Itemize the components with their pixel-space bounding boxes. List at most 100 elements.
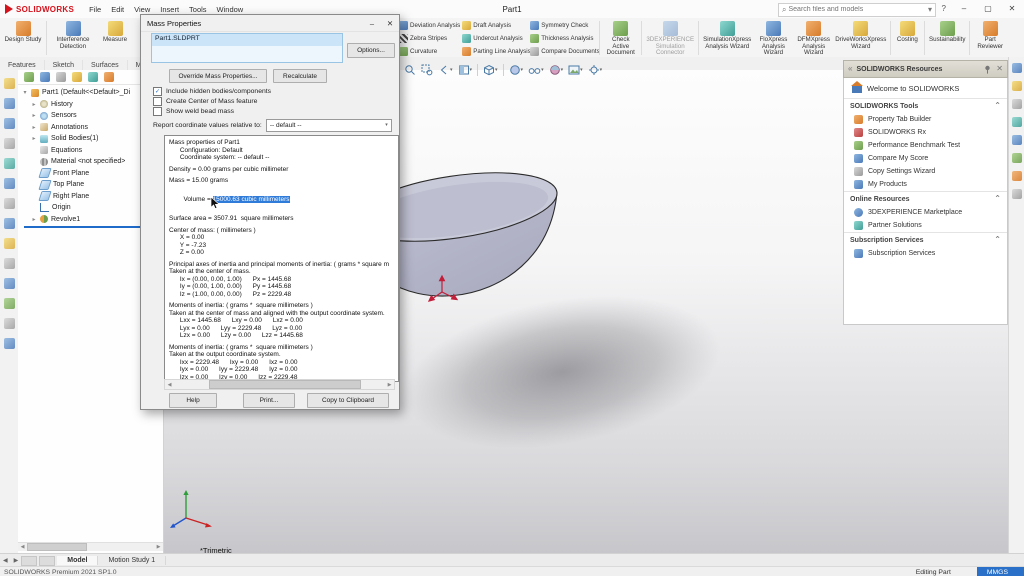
scroll-right-icon[interactable]: ▶ — [385, 382, 394, 388]
override-mass-properties-button[interactable]: Override Mass Properties... — [169, 69, 267, 83]
left-toolbar-icon[interactable] — [4, 298, 15, 309]
zebra-stripes-button[interactable]: Zebra Stripes — [399, 34, 460, 43]
welcome-to-solidworks-link[interactable]: Welcome to SOLIDWORKS — [844, 78, 1007, 98]
menu-edit[interactable]: Edit — [106, 5, 129, 14]
zoom-to-fit-button[interactable] — [402, 63, 418, 77]
search-dropdown-icon[interactable]: ▾ — [928, 6, 932, 14]
property-manager-tab-icon[interactable] — [40, 72, 50, 82]
rollback-bar[interactable] — [24, 226, 155, 228]
expand-arrow-icon[interactable]: ▸ — [31, 101, 37, 108]
unit-system-selector[interactable]: MMGS — [977, 567, 1024, 576]
undercut-analysis-button[interactable]: Undercut Analysis — [462, 34, 528, 43]
section-solidworks-tools[interactable]: SOLIDWORKS Tools ⌃ — [844, 98, 1007, 113]
measure-button[interactable]: Measure — [97, 20, 133, 45]
symmetry-check-button[interactable]: Symmetry Check — [530, 21, 596, 30]
compare-documents-button[interactable]: Compare Documents — [530, 47, 596, 56]
scroll-left-icon[interactable]: ◀ — [18, 544, 27, 550]
dimxpert-manager-tab-icon[interactable] — [72, 72, 82, 82]
maximize-button[interactable]: ▢ — [976, 0, 1000, 17]
recalculate-button[interactable]: Recalculate — [273, 69, 327, 83]
help-icon[interactable]: ? — [942, 4, 946, 13]
driveworksxpress-wizard-button[interactable]: DriveWorksXpress Wizard — [834, 20, 888, 51]
property-tab-builder-link[interactable]: Property Tab Builder — [844, 113, 1007, 126]
dialog-close-icon[interactable]: ✕ — [381, 16, 399, 31]
tab-scroll-right-icon[interactable]: ▶ — [11, 557, 22, 564]
dialog-minimize-icon[interactable]: – — [363, 16, 381, 31]
scroll-left-icon[interactable]: ◀ — [165, 382, 174, 388]
print-button[interactable]: Print... — [243, 393, 295, 408]
coordinate-system-dropdown[interactable]: -- default -- ▾ — [266, 119, 392, 132]
checkbox-checked-icon[interactable]: ✓ — [153, 87, 162, 96]
configuration-manager-tab-icon[interactable] — [56, 72, 66, 82]
scrollbar-thumb[interactable] — [209, 380, 361, 389]
interference-detection-button[interactable]: Interference Detection — [49, 20, 97, 51]
left-toolbar-icon[interactable] — [4, 158, 15, 169]
help-button[interactable]: Help — [169, 393, 217, 408]
draft-analysis-button[interactable]: Draft Analysis — [462, 21, 528, 30]
show-weld-bead-mass-checkbox[interactable]: Show weld bead mass — [153, 107, 234, 116]
view-settings-button[interactable]: ▾ — [586, 63, 605, 77]
subscription-services-link[interactable]: Subscription Services — [844, 247, 1007, 260]
design-library-tab-icon[interactable] — [1012, 81, 1022, 91]
left-toolbar-icon[interactable] — [4, 278, 15, 289]
create-center-of-mass-checkbox[interactable]: Create Center of Mass feature — [153, 97, 257, 106]
zoom-to-area-button[interactable] — [419, 63, 435, 77]
checkbox-icon[interactable] — [153, 97, 162, 106]
left-toolbar-icon[interactable] — [4, 258, 15, 269]
menu-file[interactable]: File — [84, 5, 106, 14]
forum-tab-icon[interactable] — [1012, 171, 1022, 181]
left-toolbar-icon[interactable] — [4, 218, 15, 229]
menu-tools[interactable]: Tools — [184, 5, 212, 14]
document-list-box[interactable]: Part1.SLDPRT — [151, 33, 343, 63]
custom-properties-tab-icon[interactable] — [1012, 153, 1022, 163]
tab-splitter[interactable] — [39, 556, 55, 566]
sustainability-button[interactable]: Sustainability — [927, 20, 967, 45]
document-list-item[interactable]: Part1.SLDPRT — [152, 34, 342, 46]
left-toolbar-icon[interactable] — [4, 98, 15, 109]
expand-arrow-icon[interactable]: ▸ — [31, 216, 37, 223]
check-active-document-button[interactable]: Check Active Document ▾ — [602, 20, 639, 59]
motion-study-tab[interactable]: Motion Study 1 — [98, 556, 166, 565]
checkbox-icon[interactable] — [153, 107, 162, 116]
previous-view-button[interactable]: ▾ — [436, 63, 455, 77]
filter-icon[interactable] — [104, 72, 114, 82]
part-reviewer-button[interactable]: Part Reviewer — [972, 20, 1008, 51]
messages-tab-icon[interactable] — [1012, 189, 1022, 199]
minimize-button[interactable]: – — [952, 0, 976, 17]
feature-manager-tab-icon[interactable] — [24, 72, 34, 82]
parting-line-analysis-button[interactable]: Parting Line Analysis — [462, 47, 528, 56]
appearances-tab-icon[interactable] — [1012, 135, 1022, 145]
compare-my-score-link[interactable]: Compare My Score — [844, 152, 1007, 165]
apply-scene-button[interactable]: ▾ — [566, 63, 585, 77]
thickness-analysis-button[interactable]: Thickness Analysis — [530, 34, 596, 43]
simulationxpress-wizard-button[interactable]: SimulationXpress Analysis Wizard — [701, 20, 753, 51]
dialog-title-bar[interactable]: Mass Properties – ✕ — [141, 15, 399, 32]
include-hidden-bodies-checkbox[interactable]: ✓ Include hidden bodies/components — [153, 87, 271, 96]
scroll-right-icon[interactable]: ▶ — [154, 544, 163, 550]
costing-button[interactable]: Costing — [893, 20, 922, 45]
floxpress-wizard-button[interactable]: FloXpress Analysis Wizard — [753, 20, 793, 58]
expand-arrow-icon[interactable]: ▸ — [31, 112, 37, 119]
scrollbar-thumb[interactable] — [27, 543, 87, 551]
expand-arrow-icon[interactable]: ▾ — [22, 89, 28, 96]
file-explorer-tab-icon[interactable] — [1012, 99, 1022, 109]
3dexperience-marketplace-link[interactable]: 3DEXPERIENCE Marketplace — [844, 206, 1007, 219]
hide-show-items-button[interactable]: ▾ — [526, 63, 546, 77]
model-tab[interactable]: Model — [57, 556, 98, 565]
search-box[interactable]: ⌕ ▾ — [778, 3, 936, 17]
solidworks-rx-link[interactable]: SOLIDWORKS Rx — [844, 126, 1007, 139]
feature-panel-hscrollbar[interactable]: ◀ ▶ — [18, 542, 163, 551]
close-button[interactable]: ✕ — [1000, 0, 1024, 17]
tab-features[interactable]: Features — [0, 60, 45, 70]
left-toolbar-icon[interactable] — [4, 198, 15, 209]
copy-to-clipboard-button[interactable]: Copy to Clipboard — [307, 393, 389, 408]
left-toolbar-icon[interactable] — [4, 78, 15, 89]
menu-insert[interactable]: Insert — [155, 5, 184, 14]
display-style-button[interactable]: ▾ — [507, 63, 526, 77]
close-task-pane-icon[interactable]: ✕ — [996, 65, 1003, 73]
mass-properties-results[interactable]: Mass properties of Part1 Configuration: … — [164, 135, 399, 382]
search-input[interactable] — [786, 5, 928, 14]
performance-benchmark-link[interactable]: Performance Benchmark Test — [844, 139, 1007, 152]
section-subscription-services[interactable]: Subscription Services ⌃ — [844, 232, 1007, 247]
dfmxpress-wizard-button[interactable]: DFMXpress Analysis Wizard — [794, 20, 834, 58]
